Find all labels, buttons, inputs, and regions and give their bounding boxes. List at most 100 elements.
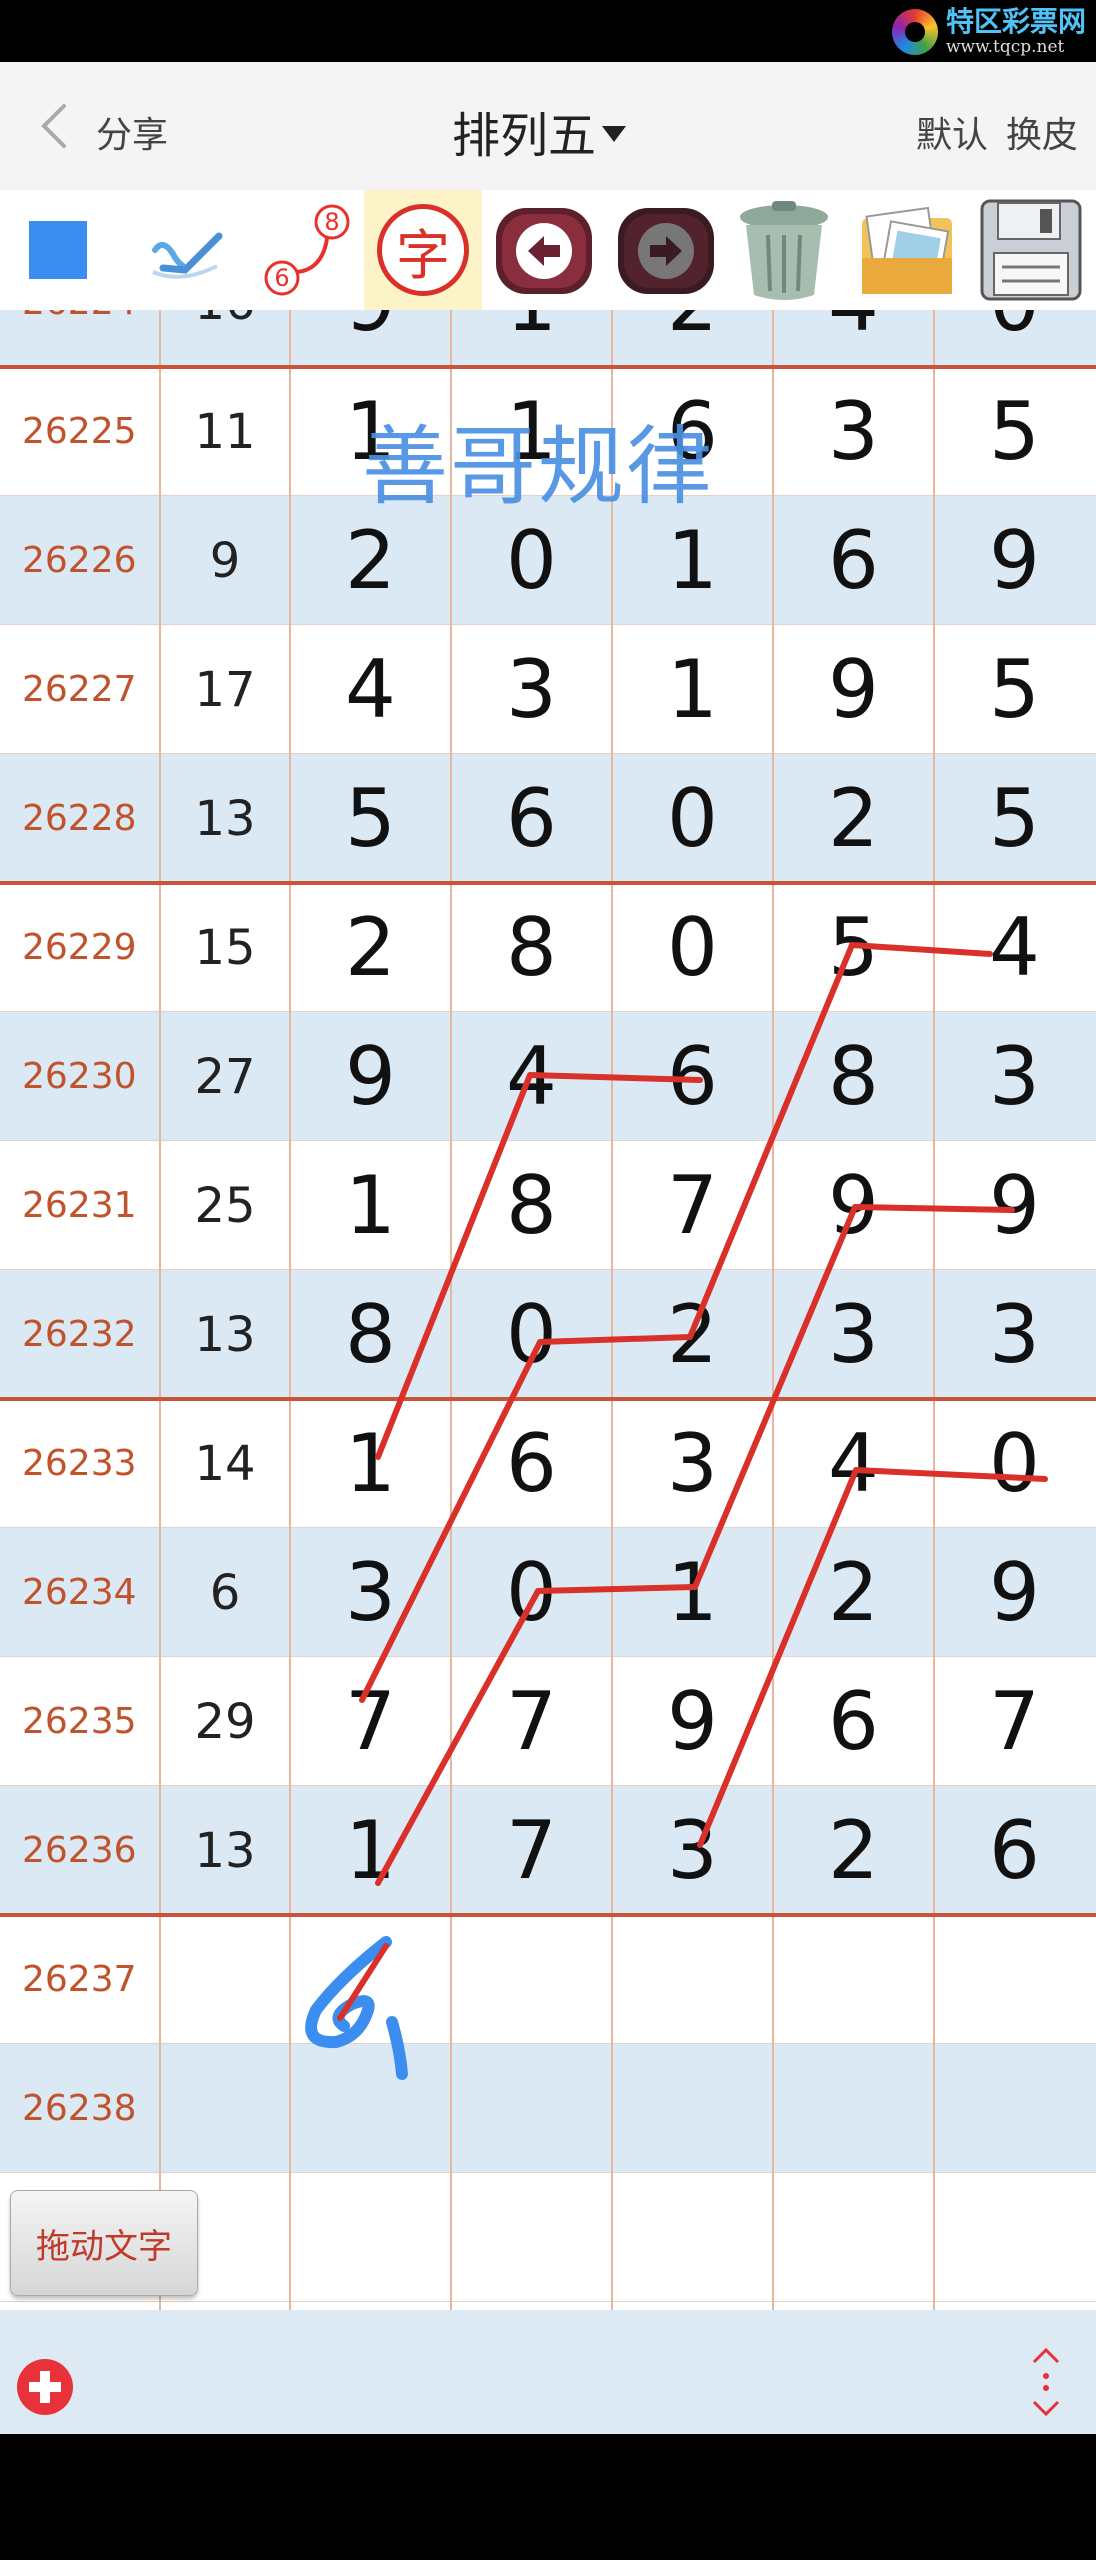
text-tool[interactable]: 字	[364, 190, 482, 310]
table-row[interactable]: 26227 17 4 3 1 9 5	[0, 625, 1096, 754]
digit-cell[interactable]: 9	[773, 625, 934, 754]
table-row[interactable]: 26238	[0, 2044, 1096, 2173]
digit-cell[interactable]: 2	[773, 1528, 934, 1657]
digit-cell[interactable]: 7	[451, 1657, 612, 1786]
digit-cell[interactable]	[612, 1915, 773, 2044]
digit-cell[interactable]: 0	[612, 754, 773, 883]
digit-cell[interactable]: 1	[290, 1141, 451, 1270]
table-row[interactable]: 26229 15 2 8 0 5 4	[0, 883, 1096, 1012]
table-row[interactable]: 26235 29 7 7 9 6 7	[0, 1657, 1096, 1786]
digit-cell[interactable]: 0	[451, 1270, 612, 1399]
digit-cell[interactable]: 6	[612, 1012, 773, 1141]
digit-cell[interactable]: 9	[290, 1012, 451, 1141]
digit-cell[interactable]: 4	[451, 1012, 612, 1141]
digit-cell[interactable]: 7	[934, 1657, 1095, 1786]
digit-cell[interactable]: 1	[290, 1786, 451, 1915]
digit-cell[interactable]: 7	[290, 1657, 451, 1786]
digit-cell[interactable]: 0	[934, 310, 1095, 367]
digit-cell[interactable]: 7	[612, 1141, 773, 1270]
digit-cell[interactable]	[451, 2044, 612, 2173]
digit-cell[interactable]	[612, 2173, 773, 2302]
digit-cell[interactable]	[290, 2173, 451, 2302]
digit-cell[interactable]: 9	[934, 1528, 1095, 1657]
digit-cell[interactable]: 3	[773, 1270, 934, 1399]
number-grid[interactable]: 2622416912402622511116352622692016926227…	[0, 310, 1096, 2310]
digit-cell[interactable]: 6	[773, 1657, 934, 1786]
drag-text-button[interactable]: 拖动文字	[10, 2190, 198, 2296]
digit-cell[interactable]: 3	[290, 1528, 451, 1657]
table-row[interactable]: 262241691240	[0, 310, 1096, 367]
digit-cell[interactable]	[612, 2044, 773, 2173]
digit-cell[interactable]	[773, 2044, 934, 2173]
digit-cell[interactable]: 0	[451, 1528, 612, 1657]
digit-cell[interactable]	[773, 1915, 934, 2044]
undo-button[interactable]	[486, 190, 602, 310]
digit-cell[interactable]: 6	[451, 754, 612, 883]
digit-cell[interactable]	[451, 2173, 612, 2302]
digit-cell[interactable]: 3	[612, 1786, 773, 1915]
digit-cell[interactable]	[934, 1915, 1095, 2044]
digit-cell[interactable]: 3	[773, 367, 934, 496]
color-picker-tool[interactable]	[0, 190, 116, 310]
table-row[interactable]: 26236 13 1 7 3 2 6	[0, 1786, 1096, 1915]
digit-cell[interactable]: 5	[934, 625, 1095, 754]
digit-cell[interactable]: 9	[934, 496, 1095, 625]
digit-cell[interactable]: 1	[290, 1399, 451, 1528]
digit-cell[interactable]: 6	[773, 496, 934, 625]
digit-cell[interactable]: 8	[451, 883, 612, 1012]
digit-cell[interactable]	[290, 2044, 451, 2173]
digit-cell[interactable]	[290, 1915, 451, 2044]
digit-cell[interactable]: 9	[934, 1141, 1095, 1270]
digit-cell[interactable]: 9	[773, 1141, 934, 1270]
digit-cell[interactable]: 1	[612, 625, 773, 754]
table-row[interactable]: 26237	[0, 1915, 1096, 2044]
digit-cell[interactable]: 3	[934, 1270, 1095, 1399]
table-row[interactable]: 26228 13 5 6 0 2 5	[0, 754, 1096, 883]
digit-cell[interactable]: 5	[934, 367, 1095, 496]
digit-cell[interactable]: 5	[290, 754, 451, 883]
connect-line-tool[interactable]: 8 6	[248, 190, 360, 310]
digit-cell[interactable]: 3	[934, 1012, 1095, 1141]
digit-cell[interactable]: 8	[290, 1270, 451, 1399]
digit-cell[interactable]: 5	[934, 754, 1095, 883]
digit-cell[interactable]	[773, 2173, 934, 2302]
digit-cell[interactable]	[451, 1915, 612, 2044]
scroll-toggle-icon[interactable]	[1026, 2346, 1066, 2418]
digit-cell[interactable]: 4	[290, 625, 451, 754]
digit-cell[interactable]: 1	[451, 310, 612, 367]
digit-cell[interactable]: 0	[934, 1399, 1095, 1528]
digit-cell[interactable]: 9	[612, 1657, 773, 1786]
share-button[interactable]: 分享	[96, 106, 168, 158]
digit-cell[interactable]	[934, 2044, 1095, 2173]
save-button[interactable]	[970, 190, 1092, 310]
digit-cell[interactable]: 0	[612, 883, 773, 1012]
table-row[interactable]: 26234 6 3 0 1 2 9	[0, 1528, 1096, 1657]
clear-button[interactable]	[726, 190, 842, 310]
digit-cell[interactable]: 4	[773, 310, 934, 367]
lottery-title-dropdown[interactable]: 排列五	[452, 96, 627, 166]
table-row[interactable]: 26230 27 9 4 6 8 3	[0, 1012, 1096, 1141]
digit-cell[interactable]	[934, 2173, 1095, 2302]
digit-cell[interactable]: 8	[451, 1141, 612, 1270]
digit-cell[interactable]: 7	[451, 1786, 612, 1915]
digit-cell[interactable]: 6	[451, 1399, 612, 1528]
default-button[interactable]: 默认	[916, 106, 988, 158]
table-row[interactable]: 26232 13 8 0 2 3 3	[0, 1270, 1096, 1399]
pen-tool[interactable]	[128, 190, 238, 310]
change-skin-button[interactable]: 换皮	[1006, 106, 1078, 158]
digit-cell[interactable]: 5	[773, 883, 934, 1012]
digit-cell[interactable]: 2	[773, 1786, 934, 1915]
digit-cell[interactable]: 3	[451, 625, 612, 754]
gallery-button[interactable]	[844, 190, 970, 310]
digit-cell[interactable]: 4	[934, 883, 1095, 1012]
redo-button[interactable]	[608, 190, 724, 310]
digit-cell[interactable]: 2	[773, 754, 934, 883]
digit-cell[interactable]: 1	[612, 1528, 773, 1657]
digit-cell[interactable]: 6	[934, 1786, 1095, 1915]
table-row[interactable]: 26231 25 1 8 7 9 9	[0, 1141, 1096, 1270]
digit-cell[interactable]: 3	[612, 1399, 773, 1528]
add-icon[interactable]	[16, 2358, 74, 2416]
digit-cell[interactable]: 8	[773, 1012, 934, 1141]
digit-cell[interactable]: 2	[290, 883, 451, 1012]
table-row[interactable]: 26233 14 1 6 3 4 0	[0, 1399, 1096, 1528]
